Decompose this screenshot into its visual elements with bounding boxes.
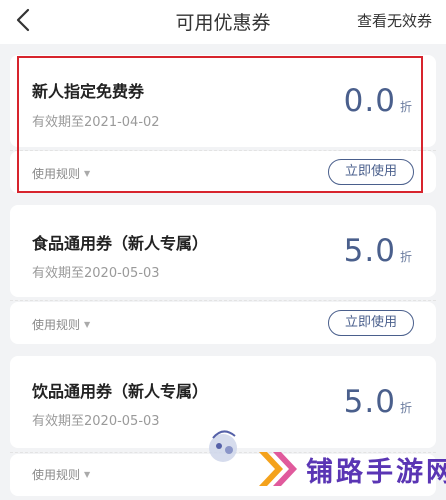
discount-unit: 折 [399, 250, 412, 264]
discount-unit: 折 [399, 401, 412, 415]
discount-number: 5.0 [343, 384, 396, 420]
watermark-arrows-icon [259, 452, 297, 486]
rules-toggle[interactable]: 使用规则 ▼ [32, 466, 90, 483]
rules-toggle[interactable]: 使用规则 ▼ [32, 316, 90, 333]
coupon-card-bottom: 使用规则 ▼ 立即使用 [10, 151, 436, 193]
watermark-logo-icon [209, 430, 237, 462]
caret-down-icon: ▼ [84, 320, 91, 329]
coupon-card-bottom: 使用规则 ▼ 立即使用 [10, 302, 436, 344]
use-now-button[interactable]: 立即使用 [328, 310, 414, 336]
discount-value: 0.0 折 [344, 83, 412, 119]
rules-label: 使用规则 [32, 468, 81, 482]
caret-down-icon: ▼ [84, 470, 91, 479]
card-divider [10, 300, 436, 301]
coupon-name: 新人指定免费券 [32, 82, 145, 101]
discount-unit: 折 [399, 100, 412, 114]
rules-label: 使用规则 [32, 167, 81, 181]
coupon-name: 饮品通用券（新人专属） [32, 382, 209, 401]
rules-toggle[interactable]: 使用规则 ▼ [32, 165, 90, 182]
discount-value: 5.0 折 [344, 384, 412, 420]
discount-number: 5.0 [343, 233, 396, 269]
coupon-card-top: 新人指定免费券 有效期至2021-04-02 0.0 折 [10, 55, 436, 147]
coupon-validity: 有效期至2020-05-03 [32, 414, 160, 429]
header-bar: 可用优惠券 查看无效券 [0, 0, 446, 44]
view-invalid-coupons-link[interactable]: 查看无效券 [357, 10, 432, 31]
coupon-name: 食品通用券（新人专属） [32, 234, 209, 253]
caret-down-icon: ▼ [84, 169, 91, 178]
coupon-validity: 有效期至2020-05-03 [32, 266, 160, 281]
discount-value: 5.0 折 [344, 233, 412, 269]
coupon-card-top: 食品通用券（新人专属） 有效期至2020-05-03 5.0 折 [10, 205, 436, 297]
discount-number: 0.0 [343, 83, 396, 119]
use-now-button[interactable]: 立即使用 [328, 159, 414, 185]
coupon-validity: 有效期至2021-04-02 [32, 115, 160, 130]
watermark-text: 铺路手游网 [306, 457, 446, 488]
rules-label: 使用规则 [32, 318, 81, 332]
